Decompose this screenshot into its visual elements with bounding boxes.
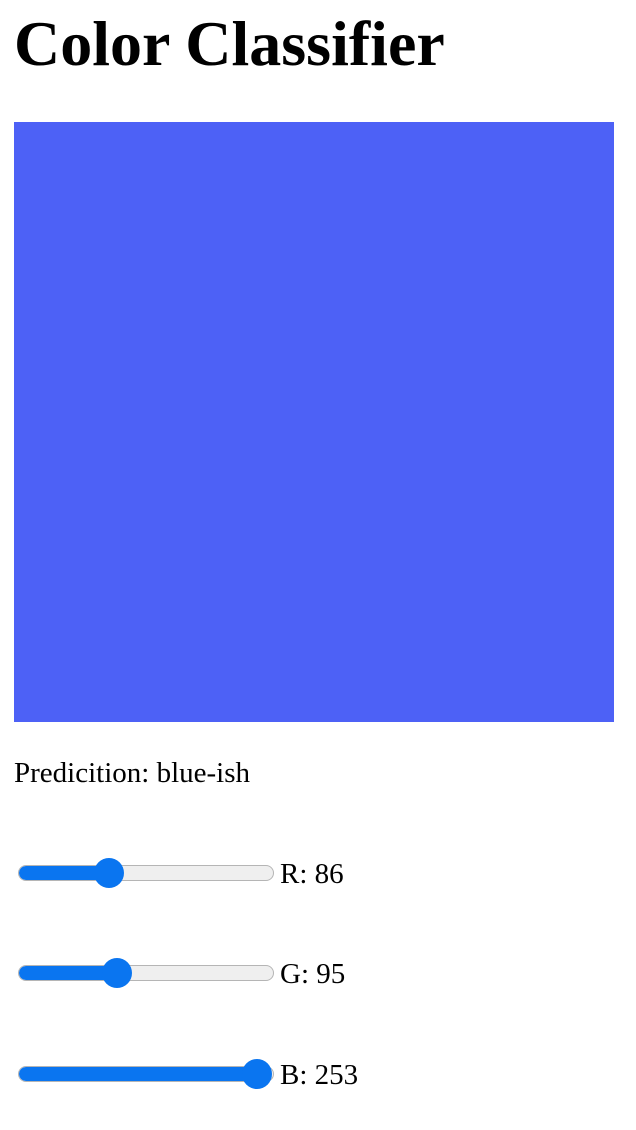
blue-slider-track[interactable] bbox=[18, 1066, 274, 1082]
green-value: 95 bbox=[316, 958, 346, 990]
red-slider[interactable] bbox=[18, 858, 274, 888]
page-title: Color Classifier bbox=[14, 8, 445, 79]
blue-value-label: B: 253 bbox=[280, 1055, 358, 1095]
red-slider-row: R: 86 bbox=[14, 854, 434, 894]
green-slider-track[interactable] bbox=[18, 965, 274, 981]
blue-slider-row: B: 253 bbox=[14, 1055, 434, 1095]
green-slider-thumb[interactable] bbox=[102, 958, 133, 988]
red-value-label: R: 86 bbox=[280, 854, 344, 894]
prediction-value: blue-ish bbox=[156, 757, 251, 789]
blue-slider-thumb[interactable] bbox=[242, 1059, 273, 1089]
blue-slider[interactable] bbox=[18, 1059, 274, 1089]
red-label: R: bbox=[280, 858, 308, 890]
green-slider-row: G: 95 bbox=[14, 954, 434, 994]
green-value-label: G: 95 bbox=[280, 954, 345, 994]
red-slider-thumb[interactable] bbox=[94, 858, 125, 888]
prediction-label: Predicition: bbox=[14, 757, 150, 789]
red-slider-track[interactable] bbox=[18, 865, 274, 881]
green-slider[interactable] bbox=[18, 958, 274, 988]
prediction-text: Predicition: blue-ish bbox=[14, 753, 250, 793]
blue-slider-fill bbox=[19, 1067, 259, 1081]
green-label: G: bbox=[280, 958, 309, 990]
red-value: 86 bbox=[314, 858, 344, 890]
color-swatch bbox=[14, 122, 614, 722]
blue-value: 253 bbox=[314, 1059, 359, 1091]
blue-label: B: bbox=[280, 1059, 308, 1091]
